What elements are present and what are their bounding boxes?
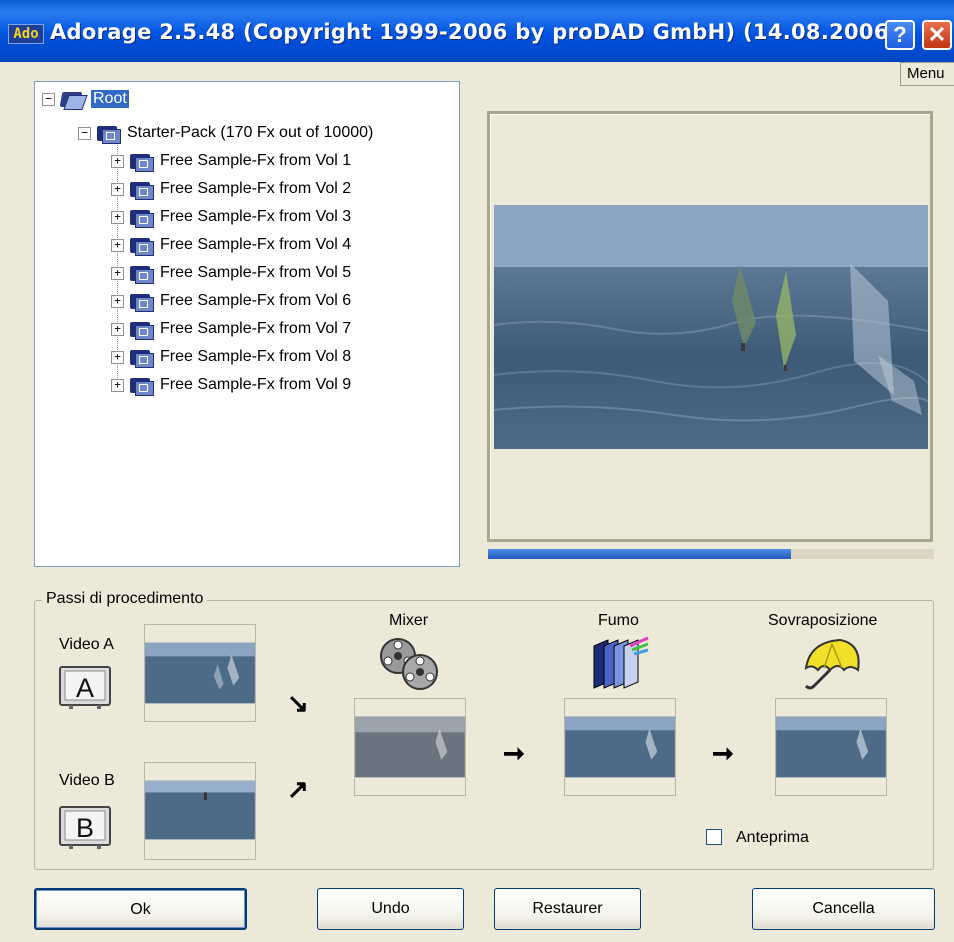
arrow-right-icon: ➞ [503,738,525,768]
expand-icon[interactable]: + [111,210,124,224]
help-button[interactable]: ? [885,20,915,50]
menu-button[interactable]: Menu [900,62,954,86]
undo-button[interactable]: Undo [317,888,464,930]
mixer-thumbnail[interactable] [354,698,466,796]
video-a-letter: A [76,673,94,703]
expand-icon[interactable]: + [111,266,124,280]
umbrella-icon[interactable] [800,636,864,692]
tree-item-vol[interactable]: + Free Sample-Fx from Vol 6 [111,290,351,312]
tree-item-vol[interactable]: + Free Sample-Fx from Vol 8 [111,346,351,368]
arrow-up-right-icon: ↗ [287,774,309,804]
tree-item-vol[interactable]: + Free Sample-Fx from Vol 5 [111,262,351,284]
tree-item-label: Free Sample-Fx from Vol 4 [160,236,352,253]
film-reels-icon[interactable] [378,636,440,692]
fumo-thumbnail[interactable] [564,698,676,796]
folder-icon [128,291,154,312]
tree-item-label: Free Sample-Fx from Vol 7 [160,320,352,337]
preview-progress-bar [488,549,934,559]
overlay-label: Sovraposizione [768,612,878,629]
preview-progress-fill [488,549,792,559]
layered-frames-icon[interactable] [590,636,650,692]
folder-icon [128,151,154,172]
folder-icon [128,179,154,200]
tree-item-label: Free Sample-Fx from Vol 8 [160,348,352,365]
collapse-icon[interactable]: − [42,92,55,106]
expand-icon[interactable]: + [111,350,124,364]
tree-item-label: Starter-Pack (170 Fx out of 10000) [127,124,374,141]
expand-icon[interactable]: + [111,154,124,168]
tree-item-label: Free Sample-Fx from Vol 6 [160,292,352,309]
mixer-label: Mixer [389,612,429,629]
folder-icon [59,89,88,110]
tree-item-label: Free Sample-Fx from Vol 2 [160,180,352,197]
collapse-icon[interactable]: − [78,126,91,140]
tree-item-label: Free Sample-Fx from Vol 1 [160,152,352,169]
effects-tree[interactable]: − Root − Starter-Pack (170 Fx out of 100… [34,81,460,567]
arrow-down-right-icon: ↘ [287,688,309,718]
tree-item-vol[interactable]: + Free Sample-Fx from Vol 4 [111,234,351,256]
expand-icon[interactable]: + [111,294,124,308]
folder-icon [95,123,121,144]
tree-item-vol[interactable]: + Free Sample-Fx from Vol 3 [111,206,351,228]
tree-item-vol[interactable]: + Free Sample-Fx from Vol 2 [111,178,351,200]
tree-item-vol[interactable]: + Free Sample-Fx from Vol 7 [111,318,351,340]
anteprima-checkbox[interactable] [706,829,722,845]
tv-b-icon[interactable]: B [59,806,111,850]
video-a-thumbnail[interactable] [144,624,256,722]
anteprima-label[interactable]: Anteprima [736,829,809,847]
restore-button[interactable]: Restaurer [494,888,641,930]
folder-icon [128,235,154,256]
video-b-thumbnail[interactable] [144,762,256,860]
fumo-label: Fumo [598,612,639,629]
cancel-button[interactable]: Cancella [752,888,935,930]
tree-item-starter-pack[interactable]: − Starter-Pack (170 Fx out of 10000) [78,122,373,144]
folder-icon [128,207,154,228]
expand-icon[interactable]: + [111,238,124,252]
close-button[interactable]: ✕ [922,20,952,50]
window-title: Adorage 2.5.48 (Copyright 1999-2006 by p… [50,20,899,44]
arrow-right-icon: ➞ [712,738,734,768]
tree-item-label: Free Sample-Fx from Vol 5 [160,264,352,281]
steps-group-label: Passi di procedimento [42,590,208,608]
expand-icon[interactable]: + [111,378,124,392]
expand-icon[interactable]: + [111,322,124,336]
tv-a-icon[interactable]: A [59,666,111,710]
video-b-letter: B [76,813,94,843]
tree-item-label: Root [91,90,129,108]
tree-item-label: Free Sample-Fx from Vol 3 [160,208,352,225]
expand-icon[interactable]: + [111,182,124,196]
ok-button[interactable]: Ok [34,888,247,930]
preview-image [494,205,928,449]
video-a-label: Video A [59,636,114,653]
tree-item-label: Free Sample-Fx from Vol 9 [160,376,352,393]
overlay-thumbnail[interactable] [775,698,887,796]
tree-item-vol[interactable]: + Free Sample-Fx from Vol 1 [111,150,351,172]
folder-icon [128,347,154,368]
tree-item-vol[interactable]: + Free Sample-Fx from Vol 9 [111,374,351,396]
folder-icon [128,263,154,284]
video-b-label: Video B [59,772,115,789]
app-logo-icon: Ado [8,24,44,44]
folder-icon [128,319,154,340]
tree-item-root[interactable]: − Root [42,88,129,110]
folder-icon [128,375,154,396]
